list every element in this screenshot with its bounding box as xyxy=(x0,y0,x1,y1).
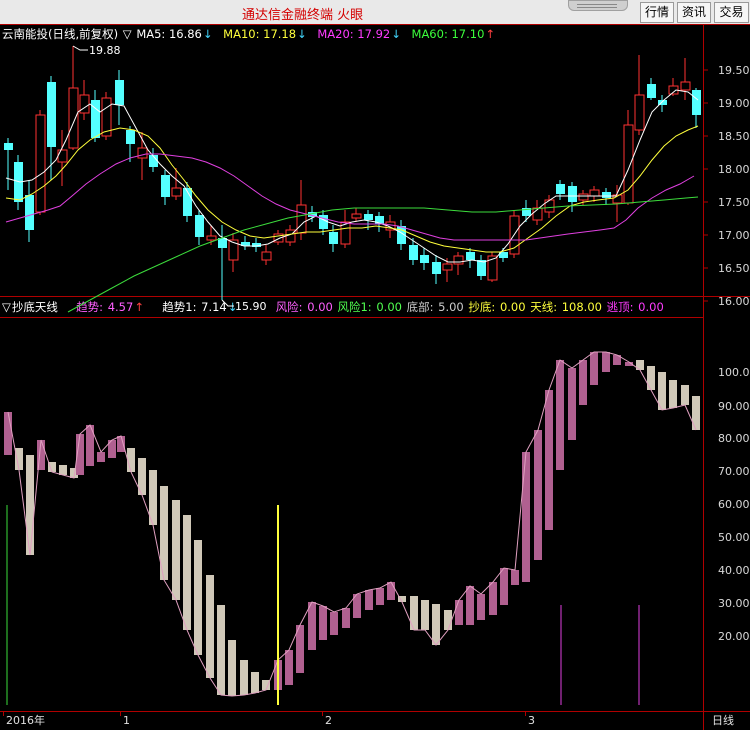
sub-tick: 70.00 xyxy=(718,465,750,478)
histogram-bar xyxy=(568,368,576,440)
price-tick: 16.50 xyxy=(718,262,750,275)
histogram-bar xyxy=(365,590,373,610)
ma60-line xyxy=(67,196,699,313)
price-tick: 17.50 xyxy=(718,196,750,209)
histogram-bar xyxy=(15,448,23,470)
histogram-bar xyxy=(4,412,12,455)
sub-tick: 80.00 xyxy=(718,432,750,445)
sub-tick: 100.00 xyxy=(718,366,750,379)
high-price-label: 19.88 xyxy=(89,44,121,57)
price-tick: 17.00 xyxy=(718,229,750,242)
date-axis: 2016年 1 2 3 日线 xyxy=(3,711,734,727)
histogram-bar xyxy=(477,594,485,620)
chart-canvas[interactable]: 19.50 19.00 18.50 18.00 17.50 17.00 16.5… xyxy=(0,0,750,730)
low-price-label: 15.90 xyxy=(235,300,267,313)
sub-tick: 40.00 xyxy=(718,564,750,577)
histogram-bar xyxy=(590,352,598,385)
histogram-bar xyxy=(308,602,316,650)
high-price-marker: 19.88 xyxy=(72,44,121,57)
sub-value-axis: 100.00 90.00 80.00 70.00 60.00 50.00 40.… xyxy=(718,366,750,643)
sub-tick: 20.00 xyxy=(718,630,750,643)
histogram-bar xyxy=(240,660,248,695)
histogram-bar xyxy=(556,360,564,470)
histogram-bar xyxy=(251,672,259,693)
histogram-bar xyxy=(692,396,700,430)
histogram-bar xyxy=(681,385,689,405)
histogram-bar xyxy=(194,540,202,655)
histogram-bar xyxy=(127,448,135,472)
histogram-bar xyxy=(466,586,474,625)
sub-tick: 90.00 xyxy=(718,400,750,413)
sub-tick: 30.00 xyxy=(718,597,750,610)
histogram-bar xyxy=(59,465,67,475)
antenna-histogram xyxy=(4,352,700,696)
histogram-bar xyxy=(534,430,542,560)
price-tick: 18.50 xyxy=(718,130,750,143)
histogram-bar xyxy=(410,596,418,630)
histogram-bar xyxy=(511,570,519,585)
histogram-bar xyxy=(579,360,587,405)
histogram-bar xyxy=(602,352,610,372)
histogram-bar xyxy=(206,575,214,678)
trend-line xyxy=(7,351,697,697)
histogram-bar xyxy=(183,515,191,630)
price-tick: 18.00 xyxy=(718,163,750,176)
price-tick: 19.50 xyxy=(718,64,750,77)
low-price-marker: 15.90 xyxy=(221,299,267,313)
histogram-bar xyxy=(217,605,225,695)
month-label: 3 xyxy=(528,714,535,727)
histogram-bar xyxy=(342,608,350,628)
histogram-bar xyxy=(97,452,105,462)
sub-tick: 50.00 xyxy=(718,531,750,544)
histogram-bar xyxy=(500,568,508,605)
histogram-bar xyxy=(117,436,125,452)
histogram-bar xyxy=(647,366,655,390)
histogram-bar xyxy=(455,600,463,625)
candlestick-series xyxy=(4,46,701,300)
histogram-bar xyxy=(228,640,236,696)
histogram-bar xyxy=(26,455,34,555)
main-price-axis: 19.50 19.00 18.50 18.00 17.50 17.00 16.5… xyxy=(703,64,750,308)
histogram-bar xyxy=(545,390,553,530)
histogram-bar xyxy=(669,380,677,408)
year-label: 2016年 xyxy=(6,713,45,727)
month-label: 2 xyxy=(325,714,332,727)
price-tick: 16.00 xyxy=(718,295,750,308)
histogram-bar xyxy=(330,612,338,635)
period-selector[interactable]: 日线 xyxy=(712,713,734,727)
histogram-bar xyxy=(421,600,429,630)
month-label: 1 xyxy=(123,714,130,727)
sub-tick: 60.00 xyxy=(718,498,750,511)
price-tick: 19.00 xyxy=(718,97,750,110)
histogram-bar xyxy=(376,588,384,605)
histogram-bar xyxy=(172,500,180,600)
histogram-bar xyxy=(319,606,327,640)
histogram-bar xyxy=(262,680,270,690)
histogram-bar xyxy=(489,582,497,615)
histogram-bar xyxy=(432,604,440,645)
histogram-bar xyxy=(444,610,452,630)
histogram-bar xyxy=(522,452,530,582)
histogram-bar xyxy=(285,650,293,685)
histogram-bar xyxy=(387,582,395,600)
